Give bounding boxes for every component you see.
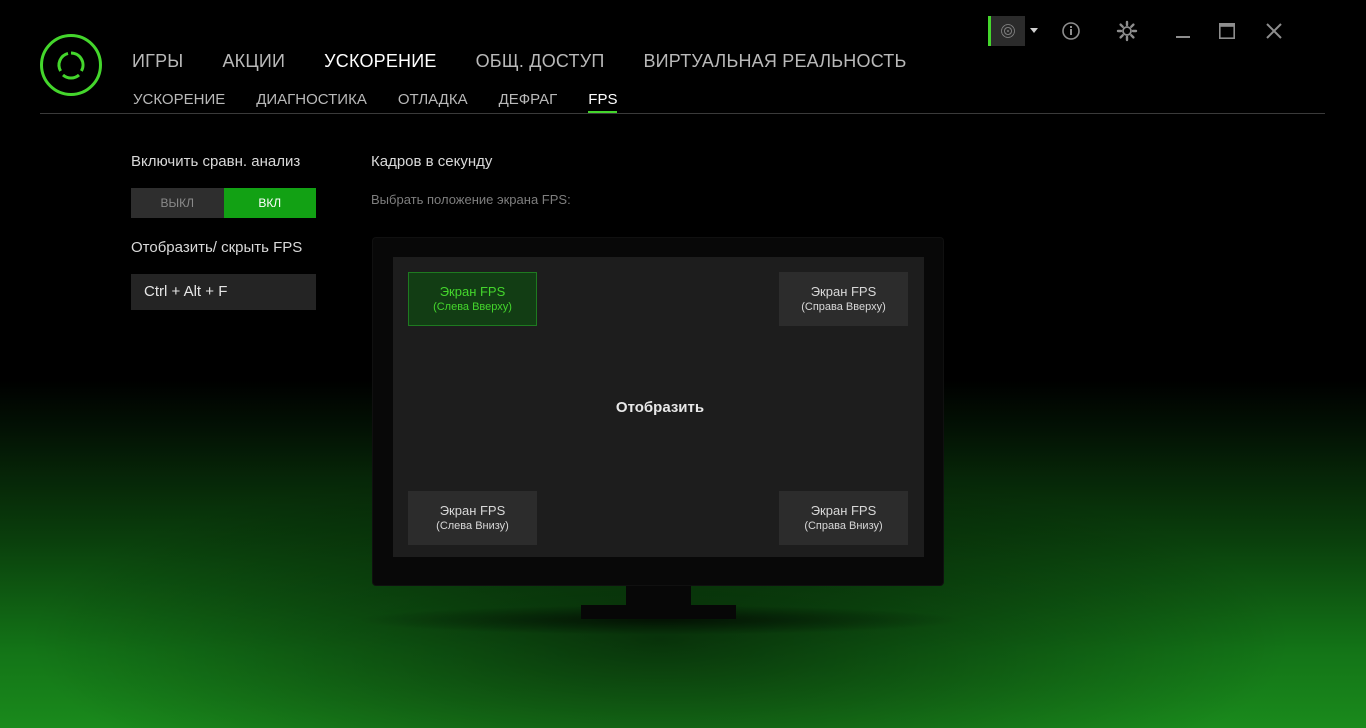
benchmark-toggle[interactable]: ВЫКЛ ВКЛ [131, 188, 316, 218]
hotkey-field[interactable]: Ctrl + Alt + F [131, 274, 316, 310]
position-title: Экран FPS [810, 503, 877, 518]
window-controls [966, 16, 1366, 48]
position-subtitle: (Справа Вверху) [801, 301, 886, 313]
caret-down-icon[interactable] [1030, 28, 1038, 33]
hotkey-label: Отобразить/ скрыть FPS [131, 239, 303, 256]
position-subtitle: (Слева Вверху) [433, 301, 512, 313]
tab-debug[interactable]: ОТЛАДКА [398, 91, 468, 113]
close-icon[interactable] [1263, 20, 1285, 42]
position-title: Экран FPS [810, 284, 877, 299]
maximize-icon[interactable] [1216, 20, 1238, 42]
benchmark-label: Включить сравн. анализ [131, 153, 301, 170]
fps-heading: Кадров в секунду [371, 153, 493, 170]
profile-avatar-button[interactable] [988, 16, 1025, 46]
razer-cortex-logo-icon[interactable] [40, 34, 102, 96]
monitor-stand-base [581, 605, 736, 619]
fps-position-top-right-button[interactable]: Экран FPS (Справа Вверху) [779, 272, 908, 326]
monitor-preview: Экран FPS (Слева Вверху) Экран FPS (Спра… [373, 238, 943, 585]
main-nav-deals[interactable]: АКЦИИ [222, 51, 285, 72]
tab-diagnostics[interactable]: ДИАГНОСТИКА [256, 91, 367, 113]
header-divider [40, 113, 1325, 114]
display-fps-button[interactable]: Отобразить [605, 397, 715, 419]
minimize-icon[interactable] [1172, 20, 1194, 42]
info-icon[interactable] [1060, 20, 1082, 42]
position-subtitle: (Справа Внизу) [804, 520, 883, 532]
fps-position-bottom-right-button[interactable]: Экран FPS (Справа Внизу) [779, 491, 908, 545]
tab-fps[interactable]: FPS [588, 91, 618, 113]
tab-defrag[interactable]: ДЕФРАГ [499, 91, 558, 113]
main-nav-vr[interactable]: ВИРТУАЛЬНАЯ РЕАЛЬНОСТЬ [643, 51, 906, 72]
fingerprint-avatar-icon [1001, 24, 1015, 38]
monitor-stand-neck [626, 585, 691, 605]
fps-position-subheading: Выбрать положение экрана FPS: [371, 192, 571, 207]
position-subtitle: (Слева Внизу) [436, 520, 509, 532]
main-nav-games[interactable]: ИГРЫ [132, 51, 183, 72]
sub-nav: УСКОРЕНИЕ ДИАГНОСТИКА ОТЛАДКА ДЕФРАГ FPS [133, 91, 648, 113]
main-nav-boost[interactable]: УСКОРЕНИЕ [324, 51, 436, 72]
benchmark-on-option[interactable]: ВКЛ [223, 188, 316, 218]
position-title: Экран FPS [439, 503, 506, 518]
fps-position-top-left-button[interactable]: Экран FPS (Слева Вверху) [408, 272, 537, 326]
position-title: Экран FPS [439, 284, 506, 299]
gear-icon[interactable] [1116, 20, 1138, 42]
benchmark-off-option[interactable]: ВЫКЛ [131, 188, 224, 218]
tab-boost[interactable]: УСКОРЕНИЕ [133, 91, 225, 113]
monitor-screen: Экран FPS (Слева Вверху) Экран FPS (Спра… [393, 257, 924, 557]
main-nav: ИГРЫ АКЦИИ УСКОРЕНИЕ ОБЩ. ДОСТУП ВИРТУАЛ… [132, 51, 946, 72]
fps-position-bottom-left-button[interactable]: Экран FPS (Слева Внизу) [408, 491, 537, 545]
main-nav-sharing[interactable]: ОБЩ. ДОСТУП [476, 51, 605, 72]
